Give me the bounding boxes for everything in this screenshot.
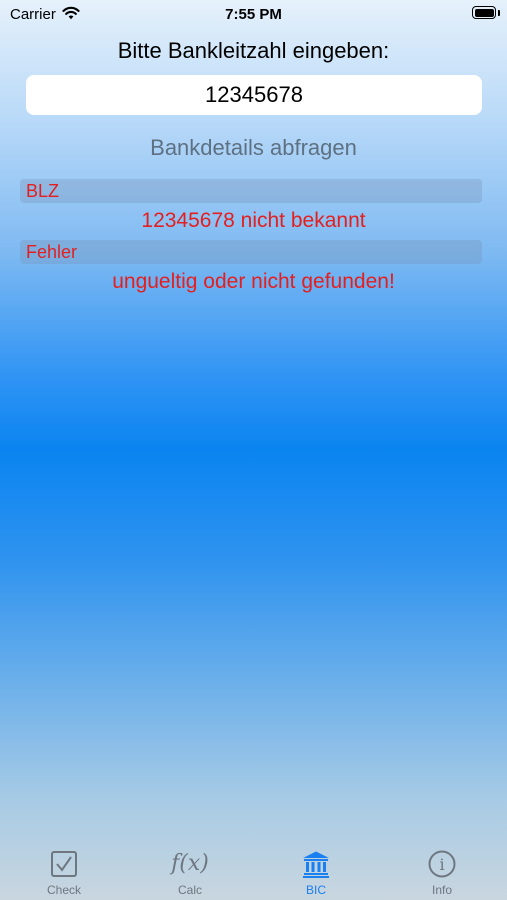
info-icon: i (428, 850, 456, 878)
battery-icon (472, 6, 496, 19)
blz-prompt: Bitte Bankleitzahl eingeben: (117, 38, 390, 63)
function-icon: f(x) (171, 851, 209, 876)
clock: 7:55 PM (225, 6, 282, 23)
error-section-header: Fehler (20, 240, 482, 264)
tab-check-label: Check (46, 883, 81, 897)
tab-info-label: Info (431, 883, 452, 897)
tab-bar: Check f(x) Calc BIC i Info (0, 840, 507, 900)
error-result-value: ungueltig oder nicht gefunden! (112, 270, 395, 293)
blz-result-value: 12345678 nicht bekannt (141, 209, 366, 232)
blz-input[interactable] (26, 75, 482, 115)
checkbox-icon (51, 851, 77, 877)
bank-details-button[interactable]: Bankdetails abfragen (0, 134, 507, 162)
tab-calc[interactable]: f(x) Calc (127, 840, 253, 900)
tab-check[interactable]: Check (1, 840, 127, 900)
blz-section-header: BLZ (20, 179, 482, 203)
battery-cap (498, 10, 500, 16)
tab-bic[interactable]: BIC (253, 840, 379, 900)
tab-calc-label: Calc (177, 883, 202, 897)
svg-text:i: i (439, 855, 444, 874)
tab-bic-label: BIC (305, 883, 326, 897)
status-bar: Carrier 7:55 PM (0, 0, 507, 28)
tab-info[interactable]: i Info (379, 840, 505, 900)
bank-icon (303, 851, 329, 878)
